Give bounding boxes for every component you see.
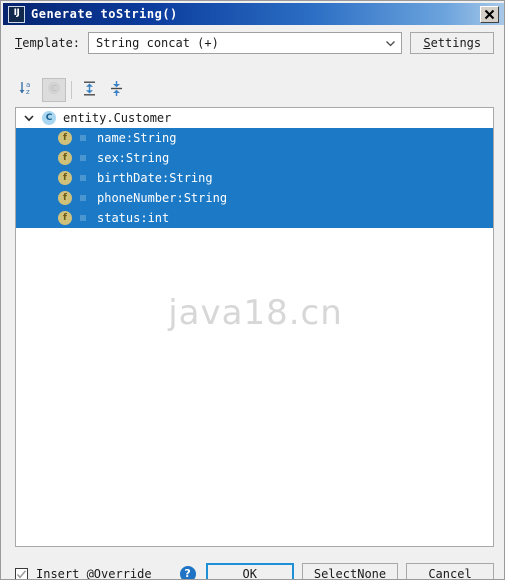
settings-button-mnemonic: S [423, 36, 431, 50]
insert-override-label-b: verride [101, 567, 152, 580]
table-row[interactable]: f phoneNumber:String [16, 188, 493, 208]
template-select[interactable]: String concat (+) [88, 32, 403, 54]
field-label: name:String [97, 131, 177, 145]
chevron-down-icon [383, 36, 397, 50]
ok-button[interactable]: OK [205, 563, 294, 579]
field-icon: f [58, 131, 72, 145]
field-icon: f [58, 191, 72, 205]
template-label-rest: emplate: [22, 36, 81, 50]
sort-by-type-button[interactable]: C [42, 78, 66, 102]
close-button[interactable] [480, 5, 499, 23]
field-label: phoneNumber:String [97, 191, 228, 205]
watermark-text: java18.cn [168, 293, 343, 333]
field-icon: f [58, 151, 72, 165]
sort-az-icon: a z [18, 79, 36, 101]
check-icon [16, 569, 27, 578]
sort-alphabetically-button[interactable]: a z [15, 78, 39, 102]
select-none-label-b: one [364, 567, 387, 580]
field-label: sex:String [97, 151, 170, 165]
tree-row-class-label: entity.Customer [63, 111, 172, 125]
close-icon [484, 9, 495, 20]
insert-override-label-a: Insert @ [36, 567, 94, 580]
dialog-footer: Insert @Override ? OK Select None Cancel [15, 561, 494, 580]
class-icon: C [42, 111, 56, 125]
svg-text:C: C [51, 84, 57, 93]
generate-tostring-dialog: IJ Generate toString() Template: String … [0, 0, 505, 580]
collapse-all-button[interactable] [104, 78, 128, 102]
select-none-label-a: Select [313, 567, 358, 580]
member-tree[interactable]: C entity.Customer f name:String f sex:St… [15, 107, 494, 547]
visibility-marker-icon [80, 135, 86, 141]
table-row[interactable]: f name:String [16, 128, 493, 148]
insert-override-label: Insert @Override [36, 567, 152, 580]
checkbox-box[interactable] [15, 567, 28, 579]
toolbar-separator [71, 81, 72, 99]
svg-text:z: z [26, 88, 30, 96]
title-bar[interactable]: IJ Generate toString() [3, 3, 504, 25]
dialog-content: Template: String concat (+) Settings a z… [3, 25, 504, 579]
tree-toolbar: a z C [15, 77, 494, 103]
visibility-marker-icon [80, 195, 86, 201]
template-row: Template: String concat (+) Settings [15, 31, 494, 55]
chevron-down-icon[interactable] [21, 111, 36, 126]
field-label: status:int [97, 211, 170, 225]
table-row[interactable]: f birthDate:String [16, 168, 493, 188]
window-title: Generate toString() [31, 7, 178, 21]
field-icon: f [58, 211, 72, 225]
visibility-marker-icon [80, 215, 86, 221]
select-none-button[interactable]: Select None [301, 563, 399, 580]
tree-row-class[interactable]: C entity.Customer [16, 108, 493, 128]
visibility-marker-icon [80, 155, 86, 161]
table-row[interactable]: f sex:String [16, 148, 493, 168]
visibility-marker-icon [80, 175, 86, 181]
insert-override-checkbox[interactable]: Insert @Override [15, 567, 152, 580]
cancel-button[interactable]: Cancel [406, 563, 494, 579]
circle-c-icon: C [46, 80, 62, 100]
table-row[interactable]: f status:int [16, 208, 493, 228]
intellij-app-icon: IJ [8, 5, 25, 23]
select-none-label-mnemonic: N [357, 567, 365, 580]
insert-override-label-mnemonic: O [93, 567, 102, 580]
settings-button-rest: ettings [430, 36, 482, 50]
collapse-all-icon [108, 80, 125, 101]
expand-all-icon [81, 80, 98, 101]
help-icon[interactable]: ? [179, 566, 196, 579]
field-label: birthDate:String [97, 171, 213, 185]
expand-all-button[interactable] [77, 78, 101, 102]
field-icon: f [58, 171, 72, 185]
template-label: Template: [15, 36, 80, 50]
settings-button[interactable]: Settings [410, 32, 494, 54]
template-select-value: String concat (+) [96, 36, 219, 50]
